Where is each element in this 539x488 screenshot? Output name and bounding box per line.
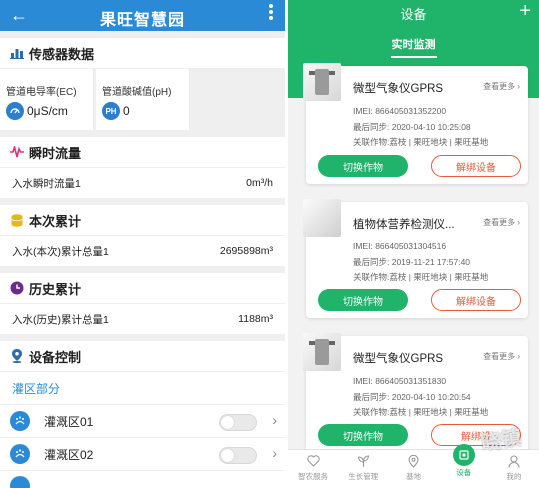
plant-icon [356,454,370,468]
irrigation-icon [10,476,30,488]
zone-row-01[interactable]: 灌溉区01 › [0,405,285,437]
tab-label: 实时监测 [391,39,436,51]
tab-realtime-monitor[interactable]: 实时监测 [288,36,539,58]
more-vert-icon[interactable] [269,4,273,22]
nav-label: 基地 [406,472,421,481]
watermark: 晓镇 [480,427,523,455]
bottom-nav: 智农服务 生长管理 基地 设备 我的 [288,444,539,488]
device-crop: 关联作物:荔枝 | 果旺地块 | 果旺基地 [353,137,489,147]
switch-crop-button[interactable]: 切换作物 [318,424,408,446]
bar-chart-icon [10,46,24,60]
section-history-total: 历史累计 [0,273,285,303]
database-icon [10,213,24,227]
zone-toggle[interactable] [219,447,257,464]
section-title: 传感器数据 [29,46,95,62]
chevron-right-icon[interactable]: › [272,412,277,428]
zone-row-partial[interactable] [0,471,285,488]
irrigation-icon [10,411,30,431]
switch-crop-button[interactable]: 切换作物 [318,155,408,177]
switch-crop-button[interactable]: 切换作物 [318,289,408,311]
tab-underline [390,56,437,58]
add-icon[interactable]: + [519,0,531,23]
zone-row-02[interactable]: 灌溉区02 › [0,438,285,470]
section-title: 瞬时流量 [29,145,82,161]
right-screen: 设备 + 实时监测 微型气象仪GPRS 查看更多 › IMEI: 8664050… [288,0,539,488]
nav-label: 我的 [506,472,522,481]
flow-row: 入水瞬时流量1 0m³/h [0,168,285,198]
sensor-value: 0μS/cm [27,104,68,118]
nav-item-device[interactable]: 设备 [439,444,489,488]
nav-label: 生长管理 [348,472,379,481]
section-current-total: 本次累计 [0,205,285,235]
irrigation-icon [10,444,30,464]
nav-item-base[interactable]: 基地 [388,450,438,488]
device-sync: 最后同步: 2020-04-10 10:25:08 [353,122,471,132]
speed-icon [6,102,24,120]
nav-label: 智农服务 [298,472,329,481]
user-icon [507,454,521,468]
sensor-value: 0 [123,104,130,118]
zone-group-label: 灌区部分 [0,372,285,404]
history-total-row: 入水(历史)累计总量1 1188m³ [0,304,285,334]
section-title: 历史累计 [29,281,82,297]
section-title: 设备控制 [29,349,82,365]
device-sync: 最后同步: 2020-04-10 10:20:54 [353,392,471,402]
unbind-device-button[interactable]: 解绑设备 [431,155,521,177]
pulse-icon [10,145,24,159]
row-label: 入水瞬时流量1 [12,177,81,190]
device-crop: 关联作物:荔枝 | 果旺地块 | 果旺基地 [353,407,489,417]
section-title: 本次累计 [29,213,82,229]
sensor-card-ph[interactable]: 管道酸碱值(pH) PH 0 [96,69,189,130]
sensor-name: 管道酸碱值(pH) [102,87,172,98]
zone-name: 灌溉区02 [44,447,94,462]
page-title: 果旺智慧园 [99,12,185,29]
device-crop: 关联作物:荔枝 | 果旺地块 | 果旺基地 [353,272,489,282]
chevron-right-icon[interactable]: › [272,445,277,461]
location-pin-icon [10,349,24,363]
device-image [303,63,341,101]
app-header: ← 果旺智慧园 [0,0,285,31]
zone-name: 灌溉区01 [44,414,94,429]
section-instant-flow: 瞬时流量 [0,137,285,167]
device-image [303,199,341,237]
nav-label: 设备 [456,468,472,477]
location-icon [407,454,421,468]
device-card[interactable]: 植物体营养检测仪... 查看更多 › IMEI: 866405031304516… [303,199,528,318]
nav-item-growth[interactable]: 生长管理 [338,450,388,488]
page-title: 设备 [400,7,427,22]
sensor-card-ec[interactable]: 管道电导率(EC) 0μS/cm [0,69,93,130]
ph-icon: PH [102,102,120,120]
row-value: 2695898m³ [219,245,273,257]
device-imei: IMEI: 866405031351830 [353,376,447,386]
clock-icon [10,281,24,295]
row-label: 入水(历史)累计总量1 [12,313,109,326]
device-name: 微型气象仪GPRS [353,83,444,95]
device-header: 设备 + [288,0,539,28]
device-imei: IMEI: 866405031304516 [353,241,447,251]
current-total-row: 入水(本次)累计总量1 2695898m³ [0,236,285,266]
sensor-cards: 管道电导率(EC) 0μS/cm 管道酸碱值(pH) PH 0 [0,69,285,130]
device-image [303,333,341,371]
view-more-link[interactable]: 查看更多 › [483,217,520,228]
view-more-link[interactable]: 查看更多 › [483,81,520,92]
heart-icon [306,454,320,468]
row-value: 0m³/h [246,177,273,189]
section-sensor-data: 传感器数据 [0,38,285,68]
nav-item-smart-service[interactable]: 智农服务 [288,450,338,488]
device-name: 微型气象仪GPRS [353,353,444,365]
view-more-link[interactable]: 查看更多 › [483,351,520,362]
section-device-control: 设备控制 [0,341,285,371]
device-imei: IMEI: 866405031352200 [353,106,447,116]
unbind-device-button[interactable]: 解绑设备 [431,289,521,311]
device-icon [452,444,475,466]
left-screen: ← 果旺智慧园 传感器数据 管道电导率(EC) 0μS/cm 管道酸碱值(pH)… [0,0,285,488]
sensor-name: 管道电导率(EC) [6,87,77,98]
device-name: 植物体营养检测仪... [353,219,455,231]
nav-item-mine[interactable]: 我的 [489,450,539,488]
row-label: 入水(本次)累计总量1 [12,245,109,258]
zone-toggle[interactable] [219,414,257,431]
row-value: 1188m³ [238,313,273,325]
device-card[interactable]: 微型气象仪GPRS 查看更多 › IMEI: 866405031352200 最… [303,63,528,184]
device-sync: 最后同步: 2019-11-21 17:57:40 [353,257,471,267]
